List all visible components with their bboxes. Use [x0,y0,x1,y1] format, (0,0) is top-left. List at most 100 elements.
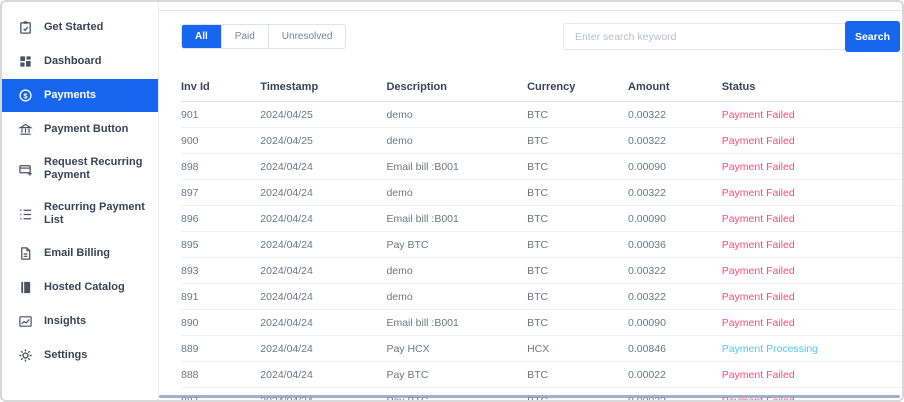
table-body: 901 2024/04/25 demo BTC 0.00322 Payment Faile… [181,101,902,400]
table-row[interactable]: 893 2024/04/24 demo BTC 0.00322 Payment Faile… [181,257,902,284]
timestamp-cell: 2024/04/24 [260,283,387,310]
sidebar-item-label: Get Started [44,21,104,33]
col-currency: Currency [527,73,628,102]
tab-all[interactable]: All [182,25,222,48]
table-row[interactable]: 898 2024/04/24 Email bill :B001 BTC 0.00090 P… [181,153,902,180]
amount-cell: 0.00090 [628,153,722,180]
search-box: Search [562,21,900,52]
timestamp-cell: 2024/04/24 [260,153,387,180]
inv-id-cell: 889 [181,335,261,362]
amount-cell: 0.00090 [628,309,722,336]
table-row[interactable]: 891 2024/04/24 demo BTC 0.00322 Payment Faile… [181,283,902,310]
tab-paid[interactable]: Paid [221,25,269,48]
sidebar-item-get-started[interactable]: Get Started [2,11,158,44]
timestamp-cell: 2024/04/24 [260,231,387,258]
sidebar-item-payment-button[interactable]: Payment Button [2,113,158,146]
timestamp-cell: 2024/04/24 [260,335,387,362]
sidebar-item-label: Dashboard [44,55,102,67]
sidebar-item-hosted-catalog[interactable]: Hosted Catalog [2,271,158,304]
description-cell: demo [386,101,528,128]
currency-cell: BTC [527,179,628,206]
status-cell: Payment Failed [721,153,902,180]
currency-cell: BTC [527,283,628,310]
sidebar-item-email-billing[interactable]: Email Billing [2,237,158,270]
status-cell: Payment Failed [721,205,902,232]
status-cell: Payment Failed [721,361,902,388]
sidebar-item-settings[interactable]: Settings [2,339,158,372]
sidebar-item-recurring-payment-list[interactable]: Recurring Payment List [2,192,158,236]
inv-id-cell: 895 [181,231,261,258]
tab-unresolved[interactable]: Unresolved [268,25,346,48]
amount-cell: 0.00022 [628,361,722,388]
inv-id-cell: 888 [181,361,261,388]
status-cell: Payment Failed [721,127,902,154]
status-cell: Payment Failed [721,101,902,128]
list-icon [18,207,33,222]
main-content: All Paid Unresolved Search Inv Id Timest… [159,2,902,400]
search-input[interactable] [562,23,846,50]
chart-icon [18,314,33,329]
table-row[interactable]: 890 2024/04/24 Email bill :B001 BTC 0.00090 P… [181,309,902,336]
amount-cell: 0.00846 [628,335,722,362]
col-timestamp: Timestamp [260,73,387,102]
sidebar: Get Started Dashboard $ Payments Payment… [2,2,159,400]
table-row[interactable]: 896 2024/04/24 Email bill :B001 BTC 0.00090 P… [181,205,902,232]
gear-icon [18,348,33,363]
table-row[interactable]: 901 2024/04/25 demo BTC 0.00322 Payment Faile… [181,101,902,128]
currency-cell: BTC [527,361,628,388]
svg-text:$: $ [23,91,28,100]
timestamp-cell: 2024/04/24 [260,361,387,388]
timestamp-cell: 2024/04/24 [260,179,387,206]
book-icon [18,280,33,295]
table-header-row: Inv Id Timestamp Description Currency Am… [181,73,902,102]
currency-cell: BTC [527,101,628,128]
content-bottom-bar [159,395,900,398]
table-row[interactable]: 900 2024/04/25 demo BTC 0.00322 Payment Faile… [181,127,902,154]
col-description: Description [386,73,528,102]
sidebar-item-dashboard[interactable]: Dashboard [2,45,158,78]
sidebar-item-label: Payments [44,89,96,101]
table-row[interactable]: 889 2024/04/24 Pay HCX HCX 0.00846 Payment Pr… [181,335,902,362]
sidebar-item-request-recurring-payment[interactable]: Request Recurring Payment [2,147,158,191]
status-cell: Payment Failed [721,179,902,206]
table-row[interactable]: 895 2024/04/24 Pay BTC BTC 0.00036 Payment Fa… [181,231,902,258]
sidebar-item-payments[interactable]: $ Payments [2,79,158,112]
currency-cell: HCX [527,335,628,362]
dashboard-icon [18,54,33,69]
description-cell: Email bill :B001 [386,153,528,180]
timestamp-cell: 2024/04/24 [260,257,387,284]
coin-icon: $ [18,88,33,103]
amount-cell: 0.00090 [628,205,722,232]
description-cell: Pay HCX [386,335,528,362]
amount-cell: 0.00322 [628,179,722,206]
inv-id-cell: 890 [181,309,261,336]
app-window: Get Started Dashboard $ Payments Payment… [0,0,904,402]
inv-id-cell: 893 [181,257,261,284]
bank-icon [18,122,33,137]
sidebar-item-label: Insights [44,315,87,327]
amount-cell: 0.00322 [628,283,722,310]
sidebar-item-label: Request Recurring Payment [44,156,143,181]
currency-cell: BTC [527,309,628,336]
currency-cell: BTC [527,127,628,154]
timestamp-cell: 2024/04/25 [260,101,387,128]
sidebar-item-insights[interactable]: Insights [2,305,158,338]
inv-id-cell: 900 [181,127,261,154]
clipboard-icon [18,20,33,35]
status-cell: Payment Failed [721,309,902,336]
sidebar-item-label: Recurring Payment List [44,201,145,226]
sidebar-item-label: Settings [44,349,88,361]
timestamp-cell: 2024/04/25 [260,127,387,154]
search-button[interactable]: Search [844,21,900,52]
inv-id-cell: 891 [181,283,261,310]
amount-cell: 0.00322 [628,127,722,154]
sidebar-item-label: Hosted Catalog [44,281,125,293]
payments-table: Inv Id Timestamp Description Currency Am… [181,73,902,400]
currency-cell: BTC [527,153,628,180]
col-status: Status [721,73,902,102]
description-cell: demo [386,179,528,206]
table-row[interactable]: 888 2024/04/24 Pay BTC BTC 0.00022 Payment Fa… [181,361,902,388]
filter-tab-group: All Paid Unresolved [181,24,347,49]
top-divider [159,10,902,11]
table-row[interactable]: 897 2024/04/24 demo BTC 0.00322 Payment Faile… [181,179,902,206]
